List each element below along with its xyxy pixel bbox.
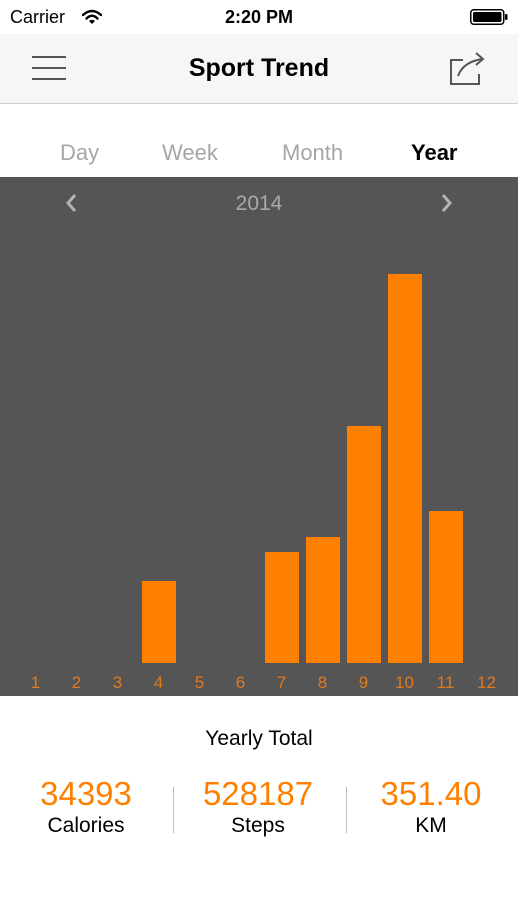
chart-bar (141, 581, 176, 663)
chart-bar (428, 511, 463, 663)
divider (173, 787, 174, 833)
steps-stat: 528187 Steps (188, 775, 328, 839)
status-time: 2:20 PM (224, 7, 294, 27)
battery-icon (470, 9, 508, 25)
trend-chart: 2014 1 2 3 4 5 6 7 8 9 10 11 12 (0, 177, 518, 696)
chart-bar (387, 274, 422, 663)
calories-stat: 34393 Calories (16, 775, 156, 839)
calories-label: Calories (47, 814, 125, 837)
x-axis-tick-label: 4 (153, 673, 164, 692)
steps-label: Steps (231, 814, 285, 837)
distance-label: KM (415, 814, 447, 837)
tab-week[interactable]: Week (162, 140, 218, 170)
x-axis-tick-label: 8 (317, 673, 328, 692)
x-axis-tick-label: 12 (477, 673, 496, 692)
status-bar: Carrier 2:20 PM (0, 0, 518, 34)
distance-stat: 351.40 KM (361, 775, 501, 839)
divider (346, 787, 347, 833)
tab-month[interactable]: Month (282, 140, 343, 170)
chart-bar (346, 425, 381, 663)
share-icon[interactable] (449, 50, 487, 86)
tab-year[interactable]: Year (411, 140, 458, 170)
x-axis-tick-label: 10 (395, 673, 414, 692)
chart-bar (305, 536, 340, 663)
navigation-bar: Sport Trend (0, 34, 518, 104)
x-axis-tick-label: 5 (194, 673, 205, 692)
x-axis-tick-label: 3 (112, 673, 123, 692)
distance-value: 351.40 (380, 775, 482, 812)
x-axis-tick-label: 1 (30, 673, 41, 692)
chevron-right-icon[interactable] (434, 191, 458, 215)
x-axis-tick-label: 2 (71, 673, 82, 692)
steps-value: 528187 (202, 775, 314, 812)
chart-bar (264, 552, 299, 663)
x-axis-tick-label: 9 (358, 673, 369, 692)
calories-value: 34393 (40, 775, 132, 812)
x-axis-tick-label: 7 (276, 673, 287, 692)
x-axis-tick-label: 6 (235, 673, 246, 692)
summary-title: Yearly Total (205, 727, 313, 750)
x-axis-tick-label: 11 (436, 673, 455, 692)
tab-day[interactable]: Day (60, 140, 99, 170)
page-title: Sport Trend (188, 54, 330, 82)
